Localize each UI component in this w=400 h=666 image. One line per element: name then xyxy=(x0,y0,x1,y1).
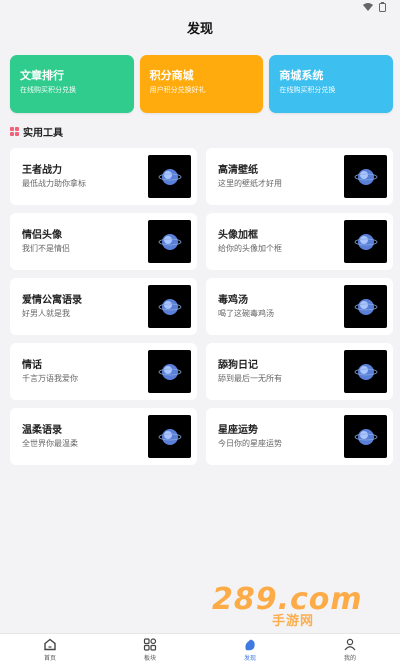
tool-card[interactable]: 情话 千言万语我爱你 xyxy=(10,343,197,400)
watermark-sub: 手游网 xyxy=(272,614,315,629)
tab-home[interactable]: 首页 xyxy=(0,634,100,666)
tool-card[interactable]: 毒鸡汤喝了这碗毒鸡汤 xyxy=(206,278,393,335)
tool-title: 舔狗日记 xyxy=(218,360,258,371)
section-title: 实用工具 xyxy=(10,124,63,139)
tool-thumbnail xyxy=(148,285,191,328)
tool-title: 星座运势 xyxy=(218,425,258,436)
tool-card[interactable]: 星座运势今日你的星座运势 xyxy=(206,408,393,465)
banner-subtitle: 在线购买积分兑换 xyxy=(279,86,336,94)
tool-subtitle: 今日你的星座运势 xyxy=(218,439,282,448)
tool-thumbnail xyxy=(148,155,191,198)
tool-subtitle: 我们不是情侣 xyxy=(22,244,70,253)
tools-grid-icon xyxy=(10,126,19,136)
tool-thumbnail xyxy=(148,415,191,458)
tool-title: 毒鸡汤 xyxy=(218,295,248,306)
page-title-text: 发现 xyxy=(186,21,213,37)
tool-card[interactable]: 高清壁纸这里的壁纸才好用 xyxy=(206,148,393,205)
banner-title: 文章排行 xyxy=(20,69,64,82)
planet-icon xyxy=(158,298,181,315)
user-icon xyxy=(344,638,356,651)
discover-icon xyxy=(245,639,255,651)
tool-title: 头像加框 xyxy=(218,230,258,241)
bottom-tab-bar: 首页 板块 发现 我的 xyxy=(0,633,400,666)
tool-title: 温柔语录 xyxy=(22,425,62,436)
tab-label: 首页 xyxy=(43,655,56,662)
tab-mine[interactable]: 我的 xyxy=(300,634,400,666)
banner-points-mall[interactable]: 积分商城 用户积分兑换好礼 xyxy=(139,55,264,113)
tool-thumbnail xyxy=(344,415,387,458)
banner-subtitle: 在线购买积分兑换 xyxy=(20,86,76,94)
tool-subtitle: 喝了这碗毒鸡汤 xyxy=(218,309,274,318)
tool-thumbnail xyxy=(148,220,191,263)
banner-mall-system[interactable]: 商城系统 在线购买积分兑换 xyxy=(269,55,394,113)
tool-subtitle: 千言万语我爱你 xyxy=(22,374,78,383)
banner-title: 商城系统 xyxy=(279,69,324,82)
battery-icon xyxy=(379,2,386,12)
site-watermark: 289.com 手游网 xyxy=(212,582,363,629)
tools-grid: 王者战力最低战力助你拿标 高清壁纸这里的壁纸才好用 情侣头像我们不是情侣 头像加… xyxy=(10,148,393,465)
planet-icon xyxy=(354,168,377,185)
tab-sections[interactable]: 板块 xyxy=(100,634,200,666)
tool-thumbnail xyxy=(344,285,387,328)
tool-thumbnail xyxy=(344,350,387,393)
banner-row: 文章排行 在线购买积分兑换 积分商城 用户积分兑换好礼 商城系统 在线购买积分兑… xyxy=(10,55,394,113)
tab-label: 发现 xyxy=(243,655,256,662)
tool-card[interactable]: 爱情公寓语录 好男人就是我 xyxy=(10,278,197,335)
tool-thumbnail xyxy=(344,220,387,263)
tool-card[interactable]: 温柔语录全世界你最温柔 xyxy=(10,408,197,465)
tool-subtitle: 全世界你最温柔 xyxy=(22,439,78,448)
planet-icon xyxy=(158,428,181,445)
tool-title: 情侣头像 xyxy=(22,230,62,241)
page-title: 发现 xyxy=(0,12,400,42)
tab-label: 我的 xyxy=(343,655,356,662)
banner-subtitle: 用户积分兑换好礼 xyxy=(149,86,206,94)
tool-title: 王者战力 xyxy=(22,165,62,176)
tool-subtitle: 给你的头像加个框 xyxy=(218,244,282,253)
tool-card[interactable]: 情侣头像我们不是情侣 xyxy=(10,213,197,270)
tool-card[interactable]: 头像加框给你的头像加个框 xyxy=(206,213,393,270)
tool-subtitle: 最低战力助你拿标 xyxy=(22,179,86,188)
home-icon xyxy=(44,638,56,651)
planet-icon xyxy=(354,233,377,250)
tool-title: 高清壁纸 xyxy=(218,165,258,176)
planet-icon xyxy=(158,363,181,380)
section-title-text: 实用工具 xyxy=(23,127,63,139)
banner-title: 积分商城 xyxy=(149,69,194,82)
grid-icon xyxy=(143,638,157,651)
tab-label: 板块 xyxy=(143,655,156,662)
tool-subtitle: 这里的壁纸才好用 xyxy=(218,179,282,188)
planet-icon xyxy=(354,363,377,380)
planet-icon xyxy=(158,233,181,250)
tool-card[interactable]: 舔狗日记舔到最后一无所有 xyxy=(206,343,393,400)
tool-title: 爱情公寓语录 xyxy=(22,295,82,306)
wifi-icon xyxy=(363,3,373,11)
tool-title: 情话 xyxy=(22,360,42,371)
tab-discover[interactable]: 发现 xyxy=(200,634,300,666)
planet-icon xyxy=(354,298,377,315)
planet-icon xyxy=(354,428,377,445)
tool-thumbnail xyxy=(148,350,191,393)
banner-article-ranking[interactable]: 文章排行 在线购买积分兑换 xyxy=(10,55,134,113)
tool-subtitle: 舔到最后一无所有 xyxy=(218,374,282,383)
tool-thumbnail xyxy=(344,155,387,198)
planet-icon xyxy=(158,168,181,185)
tool-card[interactable]: 王者战力最低战力助你拿标 xyxy=(10,148,197,205)
tool-subtitle: 好男人就是我 xyxy=(22,309,70,318)
